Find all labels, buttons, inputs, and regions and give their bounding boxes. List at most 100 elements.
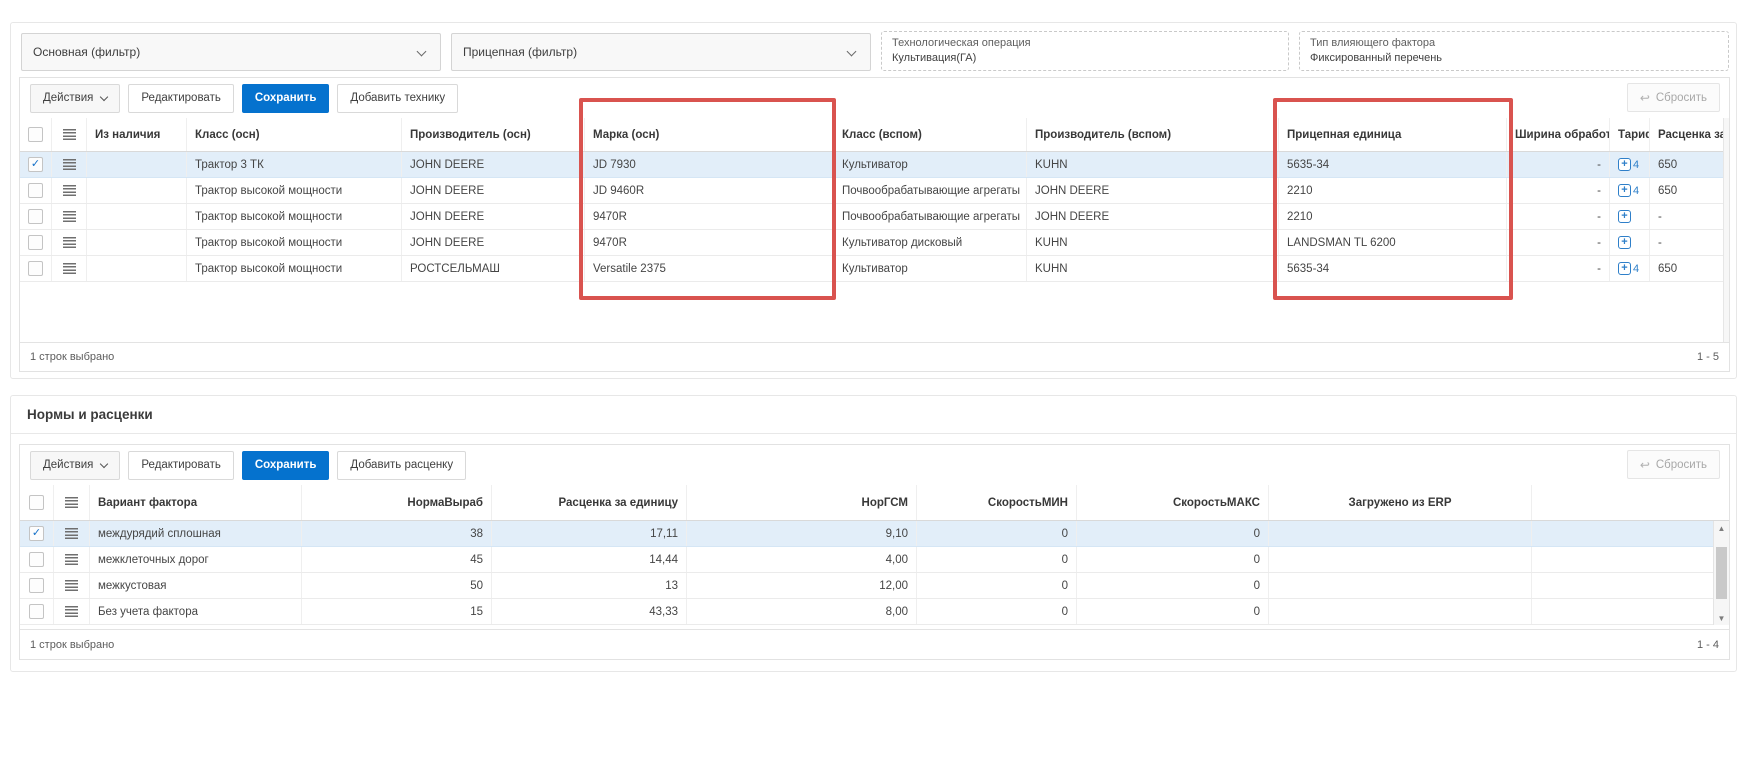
cell-fuel-norm[interactable]: 8,00 bbox=[687, 599, 917, 624]
column-header-speed-max[interactable]: СкоростьМАКС bbox=[1077, 485, 1269, 520]
edit-button[interactable]: Редактировать bbox=[128, 84, 233, 113]
scroll-up-icon[interactable]: ▲ bbox=[1714, 521, 1729, 535]
cell-from-stock[interactable] bbox=[87, 256, 187, 281]
cell-manufacturer-aux[interactable]: JOHN DEERE bbox=[1027, 178, 1279, 203]
cell-norm[interactable]: 45 bbox=[302, 547, 492, 572]
row-checkbox[interactable]: ✓ bbox=[28, 261, 43, 276]
cell-speed-max[interactable]: 0 bbox=[1077, 573, 1269, 598]
cell-manufacturer-aux[interactable]: KUHN bbox=[1027, 152, 1279, 177]
cell-unit-rate[interactable]: 14,44 bbox=[492, 547, 687, 572]
scrollbar-thumb[interactable] bbox=[1716, 547, 1727, 599]
tariff-add-icon[interactable]: + bbox=[1618, 262, 1631, 275]
cell-manufacturer-main[interactable]: JOHN DEERE bbox=[402, 230, 585, 255]
cell-speed-min[interactable]: 0 bbox=[917, 547, 1077, 572]
column-header-class-main[interactable]: Класс (осн) bbox=[187, 118, 402, 151]
vertical-scrollbar[interactable]: ▲ ▼ bbox=[1713, 521, 1729, 625]
cell-working-width[interactable]: - bbox=[1507, 178, 1610, 203]
cell-erp[interactable] bbox=[1269, 573, 1532, 598]
select-all-checkbox[interactable]: ✓ bbox=[28, 127, 43, 142]
cell-manufacturer-main[interactable]: JOHN DEERE bbox=[402, 152, 585, 177]
cell-manufacturer-aux[interactable]: KUHN bbox=[1027, 230, 1279, 255]
column-header-from-stock[interactable]: Из наличия bbox=[87, 118, 187, 151]
edit-button[interactable]: Редактировать bbox=[128, 451, 233, 480]
tariff-add-icon[interactable]: + bbox=[1618, 184, 1631, 197]
column-header-speed-min[interactable]: СкоростьМИН bbox=[917, 485, 1077, 520]
cell-speed-max[interactable]: 0 bbox=[1077, 599, 1269, 624]
cell-class-aux[interactable]: Культиватор bbox=[834, 152, 1027, 177]
select-all-checkbox[interactable]: ✓ bbox=[29, 495, 44, 510]
column-header-erp[interactable]: Загружено из ERP bbox=[1269, 485, 1532, 520]
trailed-filter-select[interactable]: Прицепная (фильтр) bbox=[451, 33, 871, 71]
add-equipment-button[interactable]: Добавить технику bbox=[337, 84, 458, 113]
add-rate-button[interactable]: Добавить расценку bbox=[337, 451, 466, 480]
cell-brand-main[interactable]: JD 9460R bbox=[585, 178, 834, 203]
cell-working-width[interactable]: - bbox=[1507, 152, 1610, 177]
row-checkbox[interactable]: ✓ bbox=[29, 604, 44, 619]
cell-trailed-unit[interactable]: 5635-34 bbox=[1279, 152, 1507, 177]
column-header-tariff[interactable]: Тарифн bbox=[1610, 118, 1650, 151]
cell-class-main[interactable]: Трактор высокой мощности bbox=[187, 256, 402, 281]
row-menu-button[interactable] bbox=[52, 178, 87, 203]
cell-speed-max[interactable]: 0 bbox=[1077, 547, 1269, 572]
cell-brand-main[interactable]: Versatile 2375 bbox=[585, 256, 834, 281]
cell-brand-main[interactable]: 9470R bbox=[585, 204, 834, 229]
actions-button[interactable]: Действия bbox=[30, 451, 120, 480]
cell-class-aux[interactable]: Культиватор bbox=[834, 256, 1027, 281]
cell-trailed-unit[interactable]: LANDSMAN TL 6200 bbox=[1279, 230, 1507, 255]
cell-speed-min[interactable]: 0 bbox=[917, 521, 1077, 546]
save-button[interactable]: Сохранить bbox=[242, 84, 330, 113]
grid-menu-button[interactable] bbox=[52, 118, 87, 151]
column-header-trailed-unit[interactable]: Прицепная единица bbox=[1279, 118, 1507, 151]
row-menu-button[interactable] bbox=[52, 152, 87, 177]
cell-rate[interactable]: - bbox=[1650, 230, 1724, 255]
cell-trailed-unit[interactable]: 5635-34 bbox=[1279, 256, 1507, 281]
cell-norm[interactable]: 15 bbox=[302, 599, 492, 624]
cell-working-width[interactable]: - bbox=[1507, 230, 1610, 255]
cell-working-width[interactable]: - bbox=[1507, 204, 1610, 229]
column-header-manufacturer-main[interactable]: Производитель (осн) bbox=[402, 118, 585, 151]
row-menu-button[interactable] bbox=[54, 547, 90, 572]
cell-erp[interactable] bbox=[1269, 521, 1532, 546]
row-checkbox[interactable]: ✓ bbox=[28, 235, 43, 250]
cell-erp[interactable] bbox=[1269, 547, 1532, 572]
cell-speed-min[interactable]: 0 bbox=[917, 573, 1077, 598]
cell-from-stock[interactable] bbox=[87, 152, 187, 177]
save-button[interactable]: Сохранить bbox=[242, 451, 330, 480]
cell-fuel-norm[interactable]: 12,00 bbox=[687, 573, 917, 598]
cell-from-stock[interactable] bbox=[87, 204, 187, 229]
row-menu-button[interactable] bbox=[54, 573, 90, 598]
column-header-norm[interactable]: НормаВыраб bbox=[302, 485, 492, 520]
row-checkbox[interactable]: ✓ bbox=[28, 157, 43, 172]
cell-unit-rate[interactable]: 17,11 bbox=[492, 521, 687, 546]
tariff-add-icon[interactable]: + bbox=[1618, 158, 1631, 171]
column-header-unit-rate[interactable]: Расценка за единицу bbox=[492, 485, 687, 520]
cell-manufacturer-aux[interactable]: JOHN DEERE bbox=[1027, 204, 1279, 229]
cell-class-main[interactable]: Трактор высокой мощности bbox=[187, 178, 402, 203]
cell-brand-main[interactable]: JD 7930 bbox=[585, 152, 834, 177]
tariff-add-icon[interactable]: + bbox=[1618, 236, 1631, 249]
cell-manufacturer-aux[interactable]: KUHN bbox=[1027, 256, 1279, 281]
reset-button[interactable]: ↩ Сбросить bbox=[1627, 83, 1720, 112]
cell-brand-main[interactable]: 9470R bbox=[585, 230, 834, 255]
row-menu-button[interactable] bbox=[52, 256, 87, 281]
scroll-down-icon[interactable]: ▼ bbox=[1714, 611, 1729, 625]
column-header-manufacturer-aux[interactable]: Производитель (вспом) bbox=[1027, 118, 1279, 151]
row-checkbox[interactable]: ✓ bbox=[29, 552, 44, 567]
primary-filter-select[interactable]: Основная (фильтр) bbox=[21, 33, 441, 71]
actions-button[interactable]: Действия bbox=[30, 84, 120, 113]
cell-fuel-norm[interactable]: 9,10 bbox=[687, 521, 917, 546]
cell-speed-min[interactable]: 0 bbox=[917, 599, 1077, 624]
column-header-rate[interactable]: Расценка за bbox=[1650, 118, 1724, 151]
cell-trailed-unit[interactable]: 2210 bbox=[1279, 178, 1507, 203]
cell-unit-rate[interactable]: 13 bbox=[492, 573, 687, 598]
cell-manufacturer-main[interactable]: РОСТСЕЛЬМАШ bbox=[402, 256, 585, 281]
cell-factor[interactable]: межклеточных дорог bbox=[90, 547, 302, 572]
cell-class-aux[interactable]: Культиватор дисковый bbox=[834, 230, 1027, 255]
cell-working-width[interactable]: - bbox=[1507, 256, 1610, 281]
column-header-fuel-norm[interactable]: НорГСМ bbox=[687, 485, 917, 520]
cell-speed-max[interactable]: 0 bbox=[1077, 521, 1269, 546]
cell-unit-rate[interactable]: 43,33 bbox=[492, 599, 687, 624]
column-header-factor[interactable]: Вариант фактора bbox=[90, 485, 302, 520]
row-checkbox[interactable]: ✓ bbox=[29, 526, 44, 541]
grid-menu-button[interactable] bbox=[54, 485, 90, 520]
